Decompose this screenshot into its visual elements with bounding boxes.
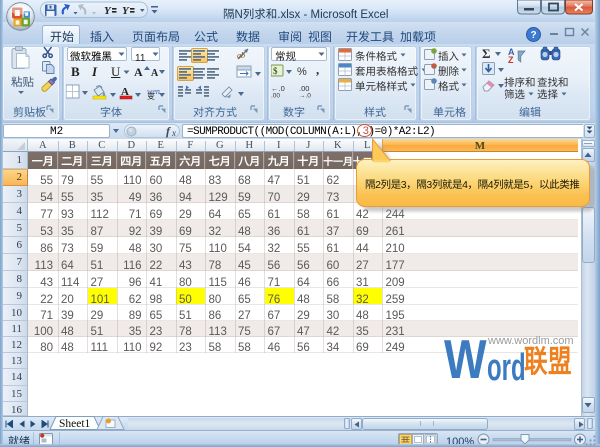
svg-text:$: $ bbox=[273, 66, 278, 76]
svg-text:?: ? bbox=[531, 30, 537, 41]
svg-text:变: 变 bbox=[147, 91, 155, 100]
svg-text:ab: ab bbox=[237, 51, 245, 60]
svg-text:,: , bbox=[316, 63, 319, 77]
svg-text:%: % bbox=[297, 66, 307, 78]
svg-text:.00: .00 bbox=[271, 93, 280, 99]
svg-text:Z: Z bbox=[508, 55, 514, 63]
svg-text:→.0: →.0 bbox=[299, 93, 311, 99]
svg-text:Σ: Σ bbox=[482, 46, 491, 60]
